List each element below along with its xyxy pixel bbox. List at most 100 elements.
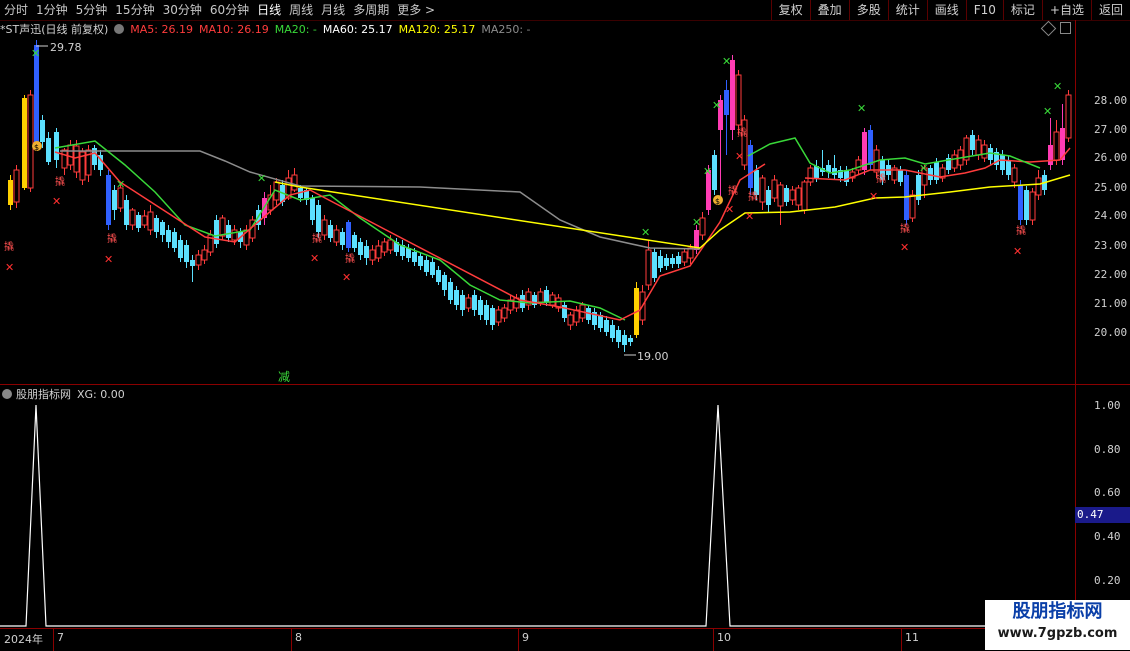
svg-text:撬: 撬 xyxy=(107,232,117,245)
candle-body xyxy=(759,177,766,203)
candle-body xyxy=(67,144,74,166)
candle-body xyxy=(801,181,808,211)
reduce-mark: 减 xyxy=(278,370,290,384)
candle-body xyxy=(321,219,328,236)
right-axis: 28.00 27.00 26.00 25.00 24.00 23.00 22.00 21.00… xyxy=(1075,20,1130,628)
tab-3[interactable]: 15分钟 xyxy=(111,0,158,20)
candle-body xyxy=(616,330,621,342)
toolbar-button-4[interactable]: 画线 xyxy=(926,0,966,20)
svg-text:✕: ✕ xyxy=(1013,245,1022,258)
candle-body xyxy=(478,300,483,315)
toolbar-button-7[interactable]: +自选 xyxy=(1041,0,1091,20)
candle-body xyxy=(316,205,321,232)
svg-text:✕: ✕ xyxy=(116,178,125,191)
month-label: 10 xyxy=(717,631,731,644)
candle-body xyxy=(73,145,80,173)
candle-body xyxy=(1006,160,1011,175)
candle-body xyxy=(387,239,394,251)
candle-body xyxy=(154,218,159,232)
toolbar-button-0[interactable]: 复权 xyxy=(770,0,810,20)
candle-body xyxy=(46,138,51,162)
candle-body xyxy=(465,297,472,309)
candle-body xyxy=(495,309,502,323)
svg-text:✕: ✕ xyxy=(31,47,40,60)
candle-body xyxy=(909,194,916,219)
candle-body xyxy=(34,45,39,145)
candle-body xyxy=(310,198,315,220)
tab-7[interactable]: 周线 xyxy=(285,0,317,20)
toolbar-button-8[interactable]: 返回 xyxy=(1090,0,1130,20)
period-toolbar: 分时 1分钟 5分钟 15分钟 30分钟 60分钟 日线 周线 月线 多周期 更多 > 复权 叠加 多股… xyxy=(0,0,1130,21)
candle-body xyxy=(106,175,111,225)
price-tick: 25.00 xyxy=(1094,181,1128,194)
svg-text:$: $ xyxy=(715,197,720,206)
candle-body xyxy=(214,220,219,244)
toolbar-button-1[interactable]: 叠加 xyxy=(809,0,849,20)
candle-body xyxy=(352,235,357,248)
candle-body xyxy=(418,256,423,266)
candle-body xyxy=(1018,185,1023,220)
toolbar-button-5[interactable]: F10 xyxy=(965,0,1003,20)
indicator-tick: 0.20 xyxy=(1094,574,1121,587)
price-tick: 21.00 xyxy=(1094,297,1128,310)
candle-body xyxy=(472,295,477,310)
ma5-line xyxy=(54,151,766,321)
svg-text:✕: ✕ xyxy=(869,190,878,203)
svg-text:撬: 撬 xyxy=(900,222,910,235)
candle-body xyxy=(201,249,208,261)
tab-8[interactable]: 月线 xyxy=(317,0,349,20)
tab-6[interactable]: 日线 xyxy=(253,0,285,20)
svg-text:撬: 撬 xyxy=(876,172,886,185)
candle-body xyxy=(670,258,675,264)
candle-body xyxy=(13,169,20,203)
indicator-chart[interactable] xyxy=(0,385,1075,628)
candle-body xyxy=(454,290,459,305)
candle-body xyxy=(981,144,988,159)
tab-5[interactable]: 60分钟 xyxy=(206,0,253,20)
toolbar-button-2[interactable]: 多股 xyxy=(848,0,888,20)
candle-body xyxy=(622,335,627,345)
price-chart[interactable]: ✕✕✕ ✕✕✕ ✕✕✕ ✕✕ ✕✕ ✕ ✕✕✕ ✕✕✕ ✕✕✕ 撬撬撬 撬撬撬 撬… xyxy=(0,20,1075,384)
tab-0[interactable]: 分时 xyxy=(0,0,32,20)
candle-body xyxy=(1024,190,1029,220)
indicator-current-value: 0.47 xyxy=(1075,507,1130,523)
tab-1[interactable]: 1分钟 xyxy=(32,0,72,20)
candle-body xyxy=(573,309,580,323)
watermark-title: 股朋指标网 xyxy=(1012,601,1103,622)
candle-body xyxy=(777,184,784,207)
low-label: 19.00 xyxy=(637,350,669,363)
price-tick: 20.00 xyxy=(1094,326,1128,339)
xg-signal-line xyxy=(0,404,1075,627)
svg-text:✕: ✕ xyxy=(342,271,351,284)
candle-body xyxy=(1011,167,1018,183)
toolbar-button-6[interactable]: 标记 xyxy=(1002,0,1042,20)
month-label: 7 xyxy=(57,631,64,644)
candle-body xyxy=(645,249,652,286)
candle-body xyxy=(226,225,231,238)
candle-body xyxy=(604,320,609,332)
candle-body xyxy=(27,94,34,189)
svg-text:撬: 撬 xyxy=(1016,224,1026,237)
svg-text:撬: 撬 xyxy=(312,232,322,245)
tab-2[interactable]: 5分钟 xyxy=(72,0,112,20)
candle-body xyxy=(1053,131,1060,161)
date-axis: 2024年 7 8 9 10 11 xyxy=(0,628,1075,651)
candle-body xyxy=(141,215,148,226)
candle-body xyxy=(412,252,417,262)
price-tick: 28.00 xyxy=(1094,94,1128,107)
price-tick: 26.00 xyxy=(1094,151,1128,164)
tab-10[interactable]: 更多 > xyxy=(393,0,439,20)
price-tick: 23.00 xyxy=(1094,239,1128,252)
candle-body xyxy=(501,307,508,319)
tab-9[interactable]: 多周期 xyxy=(349,0,393,20)
candle-body xyxy=(610,325,615,338)
tab-4[interactable]: 30分钟 xyxy=(159,0,206,20)
candle-body xyxy=(340,232,345,245)
candle-body xyxy=(328,225,333,238)
svg-text:撬: 撬 xyxy=(345,252,355,265)
candle-body xyxy=(664,258,669,266)
candle-body xyxy=(598,315,603,328)
candle-body xyxy=(358,242,363,255)
toolbar-button-3[interactable]: 统计 xyxy=(887,0,927,20)
svg-text:✕: ✕ xyxy=(900,241,909,254)
